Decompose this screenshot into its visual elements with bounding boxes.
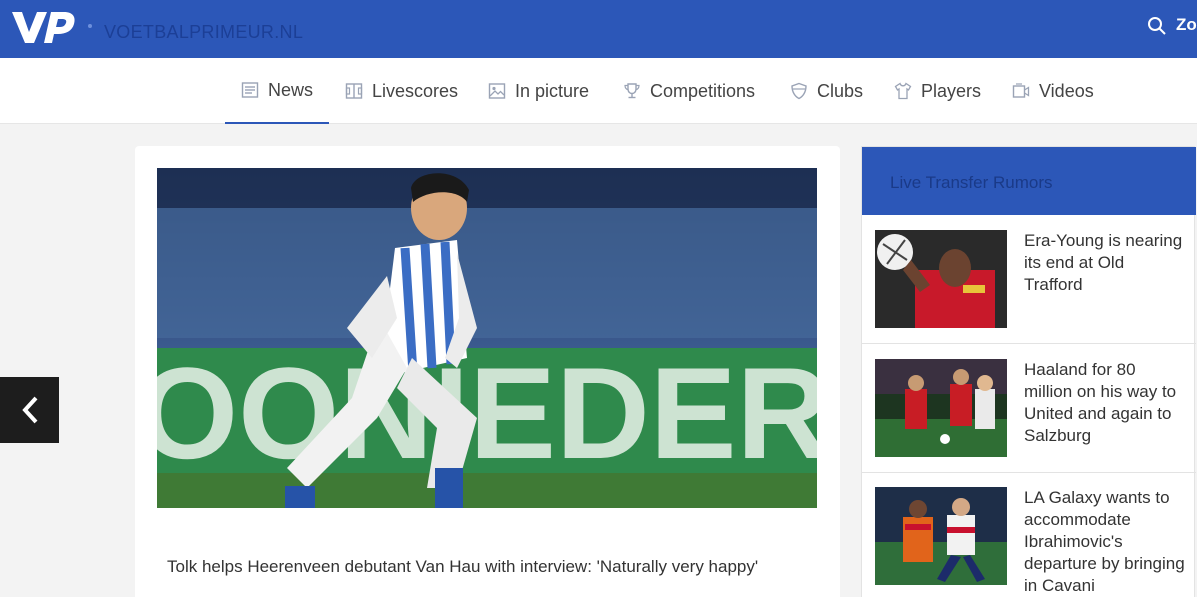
- shirt-icon: [894, 82, 912, 100]
- article-caption[interactable]: Tolk helps Heerenveen debutant Van Hau w…: [167, 557, 758, 577]
- transfer-rumors-header: Live Transfer Rumors: [862, 147, 1196, 215]
- rumor-item[interactable]: Era-Young is nearing its end at Old Traf…: [862, 215, 1196, 344]
- rumor-item[interactable]: Haaland for 80 million on his way to Uni…: [862, 344, 1196, 473]
- rumor-thumbnail[interactable]: [875, 359, 1007, 457]
- rumor-thumbnail[interactable]: [875, 487, 1007, 585]
- transfer-rumors-panel: Live Transfer Rumors Era-Young is nearin…: [861, 146, 1196, 597]
- rumor-title[interactable]: Haaland for 80 million on his way to Uni…: [1024, 359, 1186, 447]
- livescores-icon: [345, 83, 363, 99]
- search-label[interactable]: Zo: [1176, 15, 1197, 35]
- search-icon[interactable]: [1147, 16, 1167, 36]
- nav-item-livescores[interactable]: Livescores: [345, 58, 458, 124]
- article-hero-image[interactable]: OONIEDER: [157, 168, 817, 508]
- nav-item-clubs[interactable]: Clubs: [790, 58, 863, 124]
- logo-separator-dot: [88, 24, 92, 28]
- chevron-left-icon: [21, 396, 37, 424]
- rumor-thumbnail[interactable]: [875, 230, 1007, 328]
- video-icon: [1012, 83, 1030, 98]
- picture-icon: [488, 83, 506, 99]
- nav-item-videos[interactable]: Videos: [1012, 58, 1094, 124]
- nav-item-in-picture[interactable]: In picture: [488, 58, 589, 124]
- main-nav: News Livescores In picture Competitions …: [0, 58, 1197, 124]
- nav-item-news[interactable]: News: [225, 58, 329, 124]
- news-icon: [241, 82, 259, 98]
- trophy-icon: [624, 83, 640, 99]
- rumor-title[interactable]: Era-Young is nearing its end at Old Traf…: [1024, 230, 1186, 296]
- site-name[interactable]: VOETBALPRIMEUR.NL: [104, 22, 303, 43]
- rumor-title[interactable]: LA Galaxy wants to accommodate Ibrahimov…: [1024, 487, 1186, 597]
- rumor-item[interactable]: LA Galaxy wants to accommodate Ibrahimov…: [862, 473, 1196, 597]
- nav-label-clubs: Clubs: [817, 80, 864, 101]
- nav-label-competitions: Competitions: [650, 80, 756, 101]
- nav-label-livescores: Livescores: [372, 80, 459, 101]
- prev-slide-button[interactable]: [0, 377, 59, 443]
- nav-label-news: News: [268, 79, 314, 100]
- nav-item-players[interactable]: Players: [894, 58, 981, 124]
- hero-banner-text: OONIEDER: [157, 340, 817, 486]
- nav-label-in-picture: In picture: [515, 80, 590, 101]
- nav-label-players: Players: [921, 80, 982, 101]
- nav-item-competitions[interactable]: Competitions: [623, 58, 755, 124]
- top-bar: VOETBALPRIMEUR.NL Zo: [0, 0, 1197, 58]
- site-logo[interactable]: [10, 9, 76, 45]
- transfer-rumors-title: Live Transfer Rumors: [890, 173, 1053, 192]
- shield-icon: [791, 82, 807, 100]
- nav-label-videos: Videos: [1039, 80, 1094, 101]
